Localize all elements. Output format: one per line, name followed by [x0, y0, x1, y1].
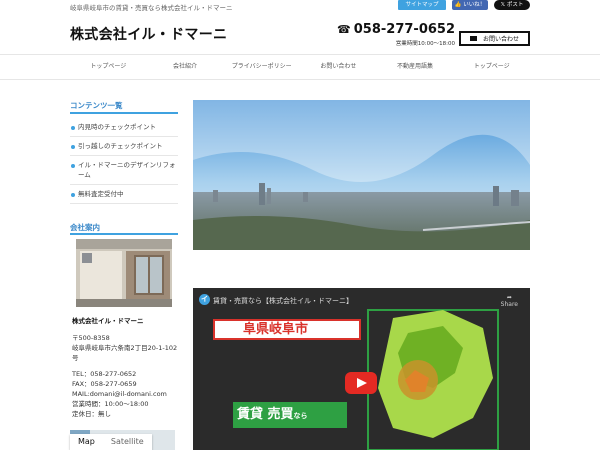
share-icon: ➦	[506, 294, 512, 301]
youtube-video-embed[interactable]: イ 賃貸・売買なら【株式会社イル・ドマーニ】 ➦ Share 阜県岐阜市 賃貸 …	[193, 288, 530, 450]
contents-heading-underline	[70, 112, 178, 114]
city-skyline-photo	[193, 100, 530, 250]
social-buttons: サイトマップ 👍 いいね！ 𝕏 ポスト	[398, 0, 530, 10]
map-tab-satellite[interactable]: Satellite	[103, 434, 152, 450]
company-address-tail: 号	[72, 354, 79, 362]
site-tagline: 岐阜県岐阜市の賃貸・売買なら株式会社イル・ドマーニ	[70, 4, 233, 12]
play-icon[interactable]	[345, 372, 377, 394]
company-building-photo	[76, 239, 172, 307]
company-tel[interactable]: TEL：058-277-0652	[72, 369, 182, 379]
nav-item-privacy[interactable]: プライバシーポリシー	[223, 60, 300, 74]
nav-item-top[interactable]: トップページ	[70, 60, 147, 74]
mail-icon	[469, 36, 477, 41]
site-logo[interactable]: 株式会社イル・ドマーニ	[70, 24, 227, 44]
company-name: 株式会社イル・ドマーニ	[72, 317, 144, 325]
video-title[interactable]: 賃貸・売買なら【株式会社イル・ドマーニ】	[213, 296, 353, 306]
x-post-button[interactable]: 𝕏 ポスト	[494, 0, 530, 10]
nav-item-top-2[interactable]: トップページ	[453, 60, 530, 74]
contents-heading: コンテンツ一覧	[70, 101, 123, 110]
nav-item-glossary[interactable]: 不動産用語集	[377, 60, 454, 74]
header-phone[interactable]: ☎ 058-277-0652	[337, 22, 455, 37]
company-mail[interactable]: MAIL:domani@il-domani.com	[72, 389, 182, 399]
share-button[interactable]: ➦ Share	[501, 294, 518, 308]
header-divider	[0, 54, 600, 55]
phone-icon: ☎	[337, 23, 351, 36]
company-info: 〒500-8358 岐阜県岐阜市六条南2丁目20-1-102 号 TEL：058…	[72, 333, 182, 419]
company-heading-underline	[70, 233, 178, 235]
company-postal: 〒500-8358	[72, 334, 110, 342]
contents-item-appraisal[interactable]: 無料査定受付中	[70, 185, 178, 204]
company-address: 岐阜県岐阜市六条南2丁目20-1-102	[72, 344, 178, 352]
company-holiday: 定休日：無し	[72, 410, 111, 418]
map-type-tabs: Map Satellite	[70, 434, 152, 450]
contents-item-moving[interactable]: 引っ越しのチェックポイント	[70, 137, 178, 156]
company-hours: 営業時間：10:00～18:00	[72, 400, 149, 408]
sitemap-button[interactable]: サイトマップ	[398, 0, 446, 10]
contents-item-reform[interactable]: イル・ドマーニのデザインリフォーム	[70, 156, 178, 185]
channel-logo-icon: イ	[199, 294, 210, 305]
facebook-like-button[interactable]: 👍 いいね！	[452, 0, 488, 10]
nav-item-company[interactable]: 会社紹介	[147, 60, 224, 74]
video-headline: 阜県岐阜市	[213, 319, 361, 340]
contact-button[interactable]: お問い合わせ	[459, 31, 530, 46]
business-hours: 営業時間10:00～18:00	[395, 41, 455, 47]
company-fax: FAX：058-277-0659	[72, 380, 137, 388]
contents-list: 内見時のチェックポイント 引っ越しのチェックポイント イル・ドマーニのデザインリ…	[70, 118, 178, 204]
contents-item-viewing[interactable]: 内見時のチェックポイント	[70, 118, 178, 137]
phone-number: 058-277-0652	[353, 22, 455, 37]
nav-item-contact[interactable]: お問い合わせ	[300, 60, 377, 74]
nav-divider	[0, 79, 600, 80]
video-subline: 賃貸 売買なら	[233, 402, 347, 428]
company-heading: 会社案内	[70, 223, 100, 232]
contact-button-label: お問い合わせ	[482, 36, 519, 43]
global-nav: トップページ 会社紹介 プライバシーポリシー お問い合わせ 不動産用語集 トップ…	[70, 60, 530, 74]
map-tab-map[interactable]: Map	[70, 434, 103, 450]
